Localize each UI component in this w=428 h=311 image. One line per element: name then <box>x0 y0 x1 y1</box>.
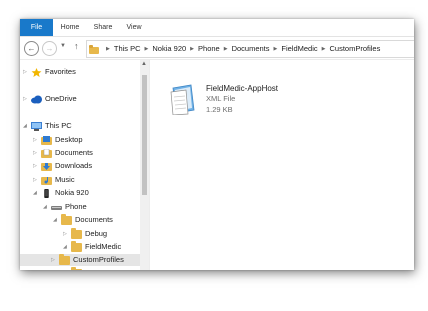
navigation-pane: ▷ Favorites ▷ OneDrive ◢ This PC ▷ Desktop ▷… <box>20 60 148 270</box>
expand-icon[interactable]: ▷ <box>23 93 31 105</box>
nav-item-partial <box>63 266 85 270</box>
nav-item-nokia-920[interactable]: ◢ Nokia 920 <box>33 187 89 199</box>
xml-file-icon[interactable] <box>169 84 196 115</box>
tab-share[interactable]: Share <box>88 19 118 36</box>
scroll-up-icon[interactable]: ▲ <box>141 61 147 67</box>
folder-icon <box>71 240 82 252</box>
file-size: 1.29 KB <box>206 105 233 114</box>
cloud-icon <box>31 95 42 104</box>
nav-item-music[interactable]: ▷ Music <box>33 174 75 186</box>
forward-button[interactable]: → <box>42 41 57 56</box>
nav-label: Desktop <box>55 135 83 144</box>
expand-icon[interactable]: ▷ <box>23 66 31 78</box>
file-name[interactable]: FieldMedic-AppHost <box>206 84 278 93</box>
expand-icon[interactable]: ▷ <box>63 228 71 240</box>
nav-label: OneDrive <box>45 94 77 103</box>
collapse-icon[interactable]: ◢ <box>63 241 71 253</box>
folder-icon <box>71 227 82 239</box>
nav-label: Nokia 920 <box>55 188 89 197</box>
desktop-folder-icon <box>41 135 52 145</box>
chevron-right-icon: ▶ <box>190 46 195 53</box>
nav-item-desktop[interactable]: ▷ Desktop <box>33 134 83 146</box>
recent-locations-icon[interactable]: ▼ <box>60 43 66 49</box>
chevron-right-icon: ▶ <box>106 46 110 53</box>
crumb-nokia-920[interactable]: Nokia 920 <box>152 44 186 53</box>
scrollbar-thumb[interactable] <box>142 75 147 195</box>
computer-icon <box>31 121 42 131</box>
nav-label: CustomProfiles <box>73 255 124 264</box>
collapse-icon[interactable]: ◢ <box>53 214 61 226</box>
collapse-icon[interactable]: ◢ <box>43 201 51 213</box>
file-explorer-window: File Home Share View ← → ▼ ↑ ▶ This PC ▶ No… <box>20 19 414 270</box>
nav-item-customprofiles[interactable]: ▷ CustomProfiles <box>20 253 140 266</box>
nav-label: Favorites <box>45 67 76 76</box>
file-type: XML File <box>206 94 236 103</box>
address-row: ← → ▼ ↑ ▶ This PC ▶ Nokia 920 ▶ Phone ▶ Documen… <box>20 37 414 60</box>
ribbon-tabs: File Home Share View <box>20 19 414 37</box>
folder-icon <box>61 213 72 225</box>
nav-item-downloads[interactable]: ▷ Downloads <box>33 160 92 172</box>
nav-item-phone-documents[interactable]: ◢ Documents <box>53 213 113 226</box>
collapse-icon[interactable]: ◢ <box>23 120 31 132</box>
expand-icon[interactable]: ▷ <box>51 254 59 266</box>
tab-view[interactable]: View <box>122 19 146 36</box>
nav-label: Debug <box>85 229 108 238</box>
breadcrumb: ▶ This PC ▶ Nokia 920 ▶ Phone ▶ Documents ▶ Field… <box>89 41 380 57</box>
downloads-folder-icon <box>41 162 52 171</box>
chevron-right-icon: ▶ <box>273 46 278 53</box>
expand-icon[interactable]: ▷ <box>33 174 41 186</box>
documents-folder-icon <box>41 148 52 158</box>
nav-item-onedrive[interactable]: ▷ OneDrive <box>23 93 77 105</box>
crumb-phone[interactable]: Phone <box>198 44 220 53</box>
file-list: FieldMedic-AppHost XML File 1.29 KB <box>150 60 414 270</box>
phone-device-icon <box>44 188 49 198</box>
drive-icon <box>51 205 62 210</box>
nav-item-documents[interactable]: ▷ Documents <box>33 147 93 159</box>
up-button[interactable]: ↑ <box>74 41 79 51</box>
nav-label: This PC <box>45 121 72 130</box>
crumb-fieldmedic[interactable]: FieldMedic <box>281 44 317 53</box>
chevron-right-icon: ▶ <box>144 46 149 53</box>
crumb-documents[interactable]: Documents <box>232 44 270 53</box>
chevron-right-icon: ▶ <box>223 46 228 53</box>
nav-label: Documents <box>55 148 93 157</box>
star-icon <box>31 67 42 77</box>
nav-label: Phone <box>65 202 87 211</box>
nav-item-favorites[interactable]: ▷ Favorites <box>23 66 76 78</box>
nav-item-phone[interactable]: ◢ Phone <box>43 201 87 213</box>
tab-home[interactable]: Home <box>56 19 84 36</box>
nav-item-debug[interactable]: ▷ Debug <box>63 227 108 240</box>
address-bar[interactable]: ▶ This PC ▶ Nokia 920 ▶ Phone ▶ Documents ▶ Field… <box>86 40 414 58</box>
folder-icon <box>89 44 99 54</box>
chevron-right-icon: ▶ <box>321 46 326 53</box>
nav-item-this-pc[interactable]: ◢ This PC <box>23 120 72 132</box>
nav-label: Documents <box>75 215 113 224</box>
expand-icon[interactable]: ▷ <box>33 147 41 159</box>
expand-icon[interactable]: ▷ <box>33 134 41 146</box>
nav-item-fieldmedic[interactable]: ◢ FieldMedic <box>63 240 122 253</box>
expand-icon[interactable]: ▷ <box>33 160 41 172</box>
music-folder-icon <box>41 176 52 185</box>
collapse-icon[interactable]: ◢ <box>33 187 41 199</box>
back-button[interactable]: ← <box>24 41 39 56</box>
folder-icon <box>71 266 82 270</box>
tab-file[interactable]: File <box>20 19 53 36</box>
folder-icon <box>59 253 70 265</box>
nav-label: Downloads <box>55 161 93 170</box>
nav-label: FieldMedic <box>85 242 122 251</box>
nav-label: Music <box>55 175 75 184</box>
crumb-customprofiles[interactable]: CustomProfiles <box>330 44 381 53</box>
crumb-this-pc[interactable]: This PC <box>114 44 141 53</box>
